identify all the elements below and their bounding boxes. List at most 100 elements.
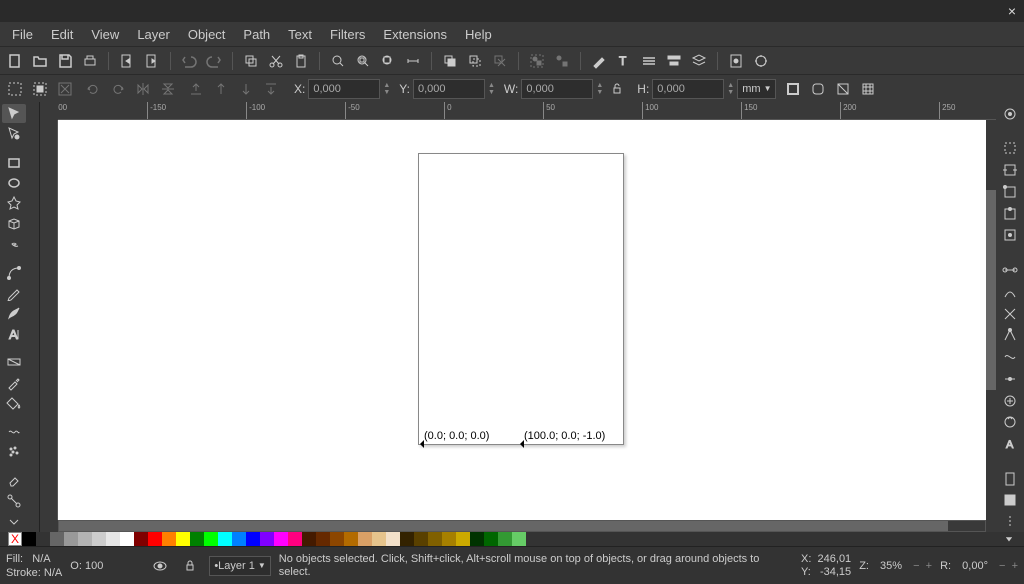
color-swatch[interactable] (162, 532, 176, 546)
new-icon[interactable] (4, 50, 26, 72)
zoom-width-icon[interactable] (402, 50, 424, 72)
color-swatch[interactable] (92, 532, 106, 546)
node-tool-icon[interactable] (2, 124, 26, 143)
h-input[interactable] (652, 79, 724, 99)
ruler-horizontal[interactable]: -200-150-100-500501001502002503003504004… (58, 102, 996, 120)
expand-tools-icon[interactable] (2, 513, 26, 532)
snap-midpoint-icon[interactable] (998, 369, 1022, 389)
canvas[interactable]: (0.0; 0.0; 0.0) (100.0; 0.0; -1.0) (58, 120, 986, 520)
color-swatch[interactable] (414, 532, 428, 546)
print-icon[interactable] (79, 50, 101, 72)
undo-icon[interactable] (178, 50, 200, 72)
zoom-control[interactable]: Z: 35% − + (859, 560, 932, 572)
color-swatch[interactable] (204, 532, 218, 546)
color-swatch[interactable] (512, 532, 526, 546)
color-swatch[interactable] (148, 532, 162, 546)
menu-text[interactable]: Text (280, 24, 320, 45)
duplicate-icon[interactable] (439, 50, 461, 72)
color-swatch[interactable] (316, 532, 330, 546)
move-gradients-icon[interactable] (832, 78, 854, 100)
color-swatch[interactable] (218, 532, 232, 546)
3dbox-tool-icon[interactable] (2, 214, 26, 233)
menu-layer[interactable]: Layer (129, 24, 178, 45)
color-swatch[interactable] (358, 532, 372, 546)
color-swatch[interactable] (50, 532, 64, 546)
snap-bbox-midpoint-icon[interactable] (998, 204, 1022, 224)
color-swatch[interactable] (246, 532, 260, 546)
raise-icon[interactable] (210, 78, 232, 100)
color-swatch[interactable] (484, 532, 498, 546)
selector-tool-icon[interactable] (2, 104, 26, 123)
unit-select[interactable]: mm▼ (737, 79, 776, 99)
group-icon[interactable] (526, 50, 548, 72)
snap-bbox-corner-icon[interactable] (998, 182, 1022, 202)
scale-corners-icon[interactable] (807, 78, 829, 100)
snap-bbox-edges-icon[interactable] (998, 160, 1022, 180)
color-swatch[interactable] (400, 532, 414, 546)
color-swatch[interactable] (470, 532, 484, 546)
redo-icon[interactable] (203, 50, 225, 72)
tweak-tool-icon[interactable] (2, 422, 26, 441)
color-swatch[interactable] (190, 532, 204, 546)
color-swatch[interactable] (78, 532, 92, 546)
text-dialog-icon[interactable]: T (613, 50, 635, 72)
no-fill-swatch[interactable]: X (8, 532, 22, 546)
layer-select[interactable]: •Layer 1▼ (209, 556, 270, 576)
x-input[interactable] (308, 79, 380, 99)
color-swatch[interactable] (260, 532, 274, 546)
spray-tool-icon[interactable] (2, 442, 26, 461)
color-swatch[interactable] (134, 532, 148, 546)
color-swatch[interactable] (274, 532, 288, 546)
color-swatch[interactable] (302, 532, 316, 546)
select-all-icon[interactable] (4, 78, 26, 100)
calligraphy-tool-icon[interactable] (2, 304, 26, 323)
zoom-drawing-icon[interactable] (352, 50, 374, 72)
layers-icon[interactable] (688, 50, 710, 72)
paste-icon[interactable] (290, 50, 312, 72)
import-icon[interactable] (116, 50, 138, 72)
ruler-vertical[interactable] (40, 120, 58, 520)
cut-icon[interactable] (265, 50, 287, 72)
unlink-clone-icon[interactable] (489, 50, 511, 72)
gradient-tool-icon[interactable] (2, 353, 26, 372)
document-properties-icon[interactable] (750, 50, 772, 72)
snap-cusp-icon[interactable] (998, 325, 1022, 345)
color-swatch[interactable] (176, 532, 190, 546)
rotate-ccw-icon[interactable] (82, 78, 104, 100)
save-icon[interactable] (54, 50, 76, 72)
snap-page-icon[interactable] (998, 469, 1022, 489)
deselect-icon[interactable] (54, 78, 76, 100)
snap-text-icon[interactable]: A (998, 434, 1022, 454)
scale-stroke-icon[interactable] (782, 78, 804, 100)
color-swatch[interactable] (456, 532, 470, 546)
color-swatch[interactable] (428, 532, 442, 546)
snap-bbox-center-icon[interactable] (998, 226, 1022, 246)
text-tool-icon[interactable]: A (2, 324, 26, 343)
y-spinner[interactable]: ▲▼ (488, 82, 495, 96)
color-swatch[interactable] (330, 532, 344, 546)
spiral-tool-icon[interactable] (2, 235, 26, 254)
menu-filters[interactable]: Filters (322, 24, 373, 45)
ellipse-tool-icon[interactable] (2, 173, 26, 192)
align-icon[interactable] (663, 50, 685, 72)
snap-intersection-icon[interactable] (998, 304, 1022, 324)
move-patterns-icon[interactable] (857, 78, 879, 100)
color-swatch[interactable] (498, 532, 512, 546)
scrollbar-vertical[interactable] (986, 120, 996, 520)
rect-tool-icon[interactable] (2, 153, 26, 172)
copy-icon[interactable] (240, 50, 262, 72)
xml-icon[interactable] (638, 50, 660, 72)
snap-bbox-icon[interactable] (998, 139, 1022, 159)
dropper-tool-icon[interactable] (2, 373, 26, 392)
rotate-cw-icon[interactable] (107, 78, 129, 100)
bezier-tool-icon[interactable] (2, 263, 26, 282)
snap-smooth-icon[interactable] (998, 347, 1022, 367)
lock-aspect-icon[interactable] (606, 78, 628, 100)
menu-file[interactable]: File (4, 24, 41, 45)
flip-v-icon[interactable] (157, 78, 179, 100)
y-input[interactable] (413, 79, 485, 99)
menu-view[interactable]: View (83, 24, 127, 45)
snap-rotation-icon[interactable] (998, 413, 1022, 433)
color-swatch[interactable] (64, 532, 78, 546)
menu-extensions[interactable]: Extensions (375, 24, 455, 45)
